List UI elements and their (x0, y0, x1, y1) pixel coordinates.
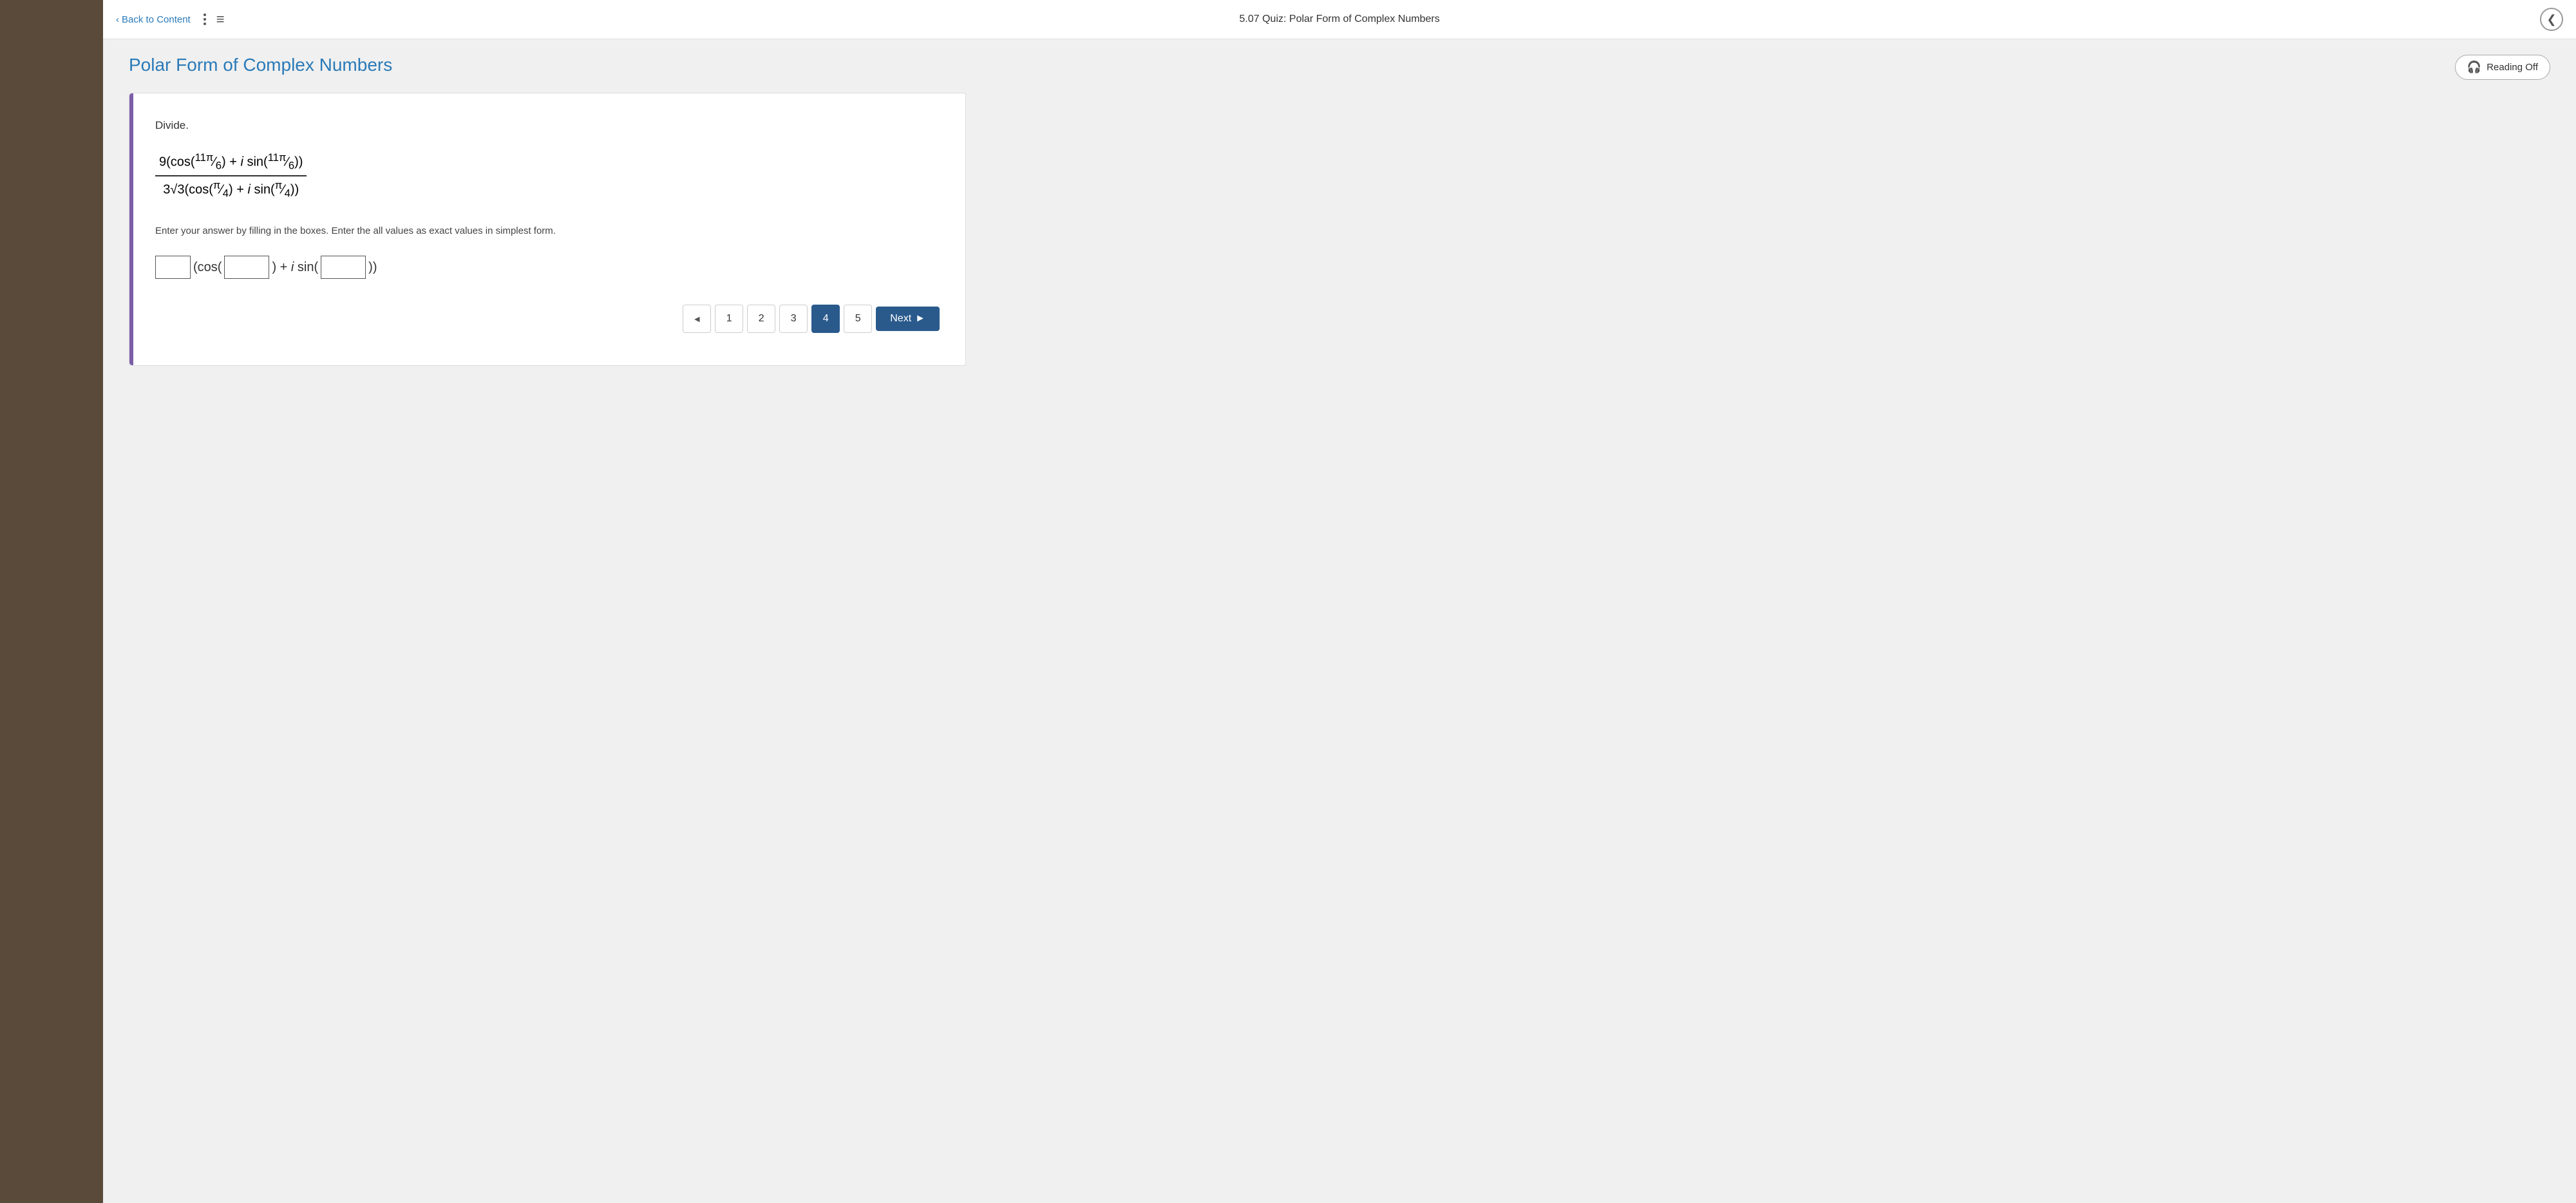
answer-cos-input[interactable] (224, 256, 269, 279)
back-to-content-link[interactable]: ‹ Back to Content (116, 14, 191, 25)
answer-row: (cos( ) + i sin( )) (155, 256, 940, 279)
content-area: Divide. 9(cos(11π⁄6) + i sin(11π⁄6)) 3√3… (129, 93, 966, 366)
back-to-content-label: Back to Content (122, 14, 191, 25)
next-arrow-icon: ► (915, 313, 925, 325)
next-label: Next (890, 313, 911, 325)
page-2-button[interactable]: 2 (747, 305, 775, 333)
main-content: ‹ Back to Content ≡ 5.07 Quiz: Polar For… (103, 0, 2576, 1203)
page-4-button[interactable]: 4 (811, 305, 840, 333)
open-paren: (cos( (193, 260, 222, 275)
instruction-text: Enter your answer by filling in the boxe… (155, 225, 940, 236)
top-bar: ‹ Back to Content ≡ 5.07 Quiz: Polar For… (103, 0, 2576, 39)
headphone-icon: 🎧 (2467, 61, 2481, 74)
prev-page-button[interactable]: ◄ (683, 305, 711, 333)
dots-menu[interactable] (201, 11, 209, 28)
close-paren: )) (368, 260, 377, 275)
left-panel (0, 0, 103, 1203)
math-denominator: 3√3(cos(π⁄4) + i sin(π⁄4)) (159, 176, 303, 200)
pagination-row: ◄ 1 2 3 4 5 Next ► (155, 305, 940, 333)
accent-bar (129, 93, 133, 365)
page-header: Polar Form of Complex Numbers 🎧 Reading … (129, 55, 2550, 80)
page-body: Polar Form of Complex Numbers 🎧 Reading … (103, 39, 2576, 1203)
page-5-button[interactable]: 5 (844, 305, 872, 333)
math-fraction: 9(cos(11π⁄6) + i sin(11π⁄6)) 3√3(cos(π⁄4… (155, 151, 307, 200)
next-button[interactable]: Next ► (876, 307, 940, 331)
page-1-button[interactable]: 1 (715, 305, 743, 333)
back-chevron-icon: ‹ (116, 14, 119, 25)
page-title: Polar Form of Complex Numbers (129, 55, 392, 75)
quiz-title: 5.07 Quiz: Polar Form of Complex Numbers (1239, 14, 1439, 25)
reading-off-button[interactable]: 🎧 Reading Off (2455, 55, 2550, 80)
reading-off-label: Reading Off (2486, 62, 2538, 73)
back-circle-button[interactable]: ❮ (2540, 8, 2563, 31)
page-3-button[interactable]: 3 (779, 305, 808, 333)
answer-sin-input[interactable] (321, 256, 366, 279)
close-cos: ) + i sin( (272, 260, 318, 275)
hamburger-icon[interactable]: ≡ (216, 11, 225, 28)
question-text: Divide. (155, 119, 940, 132)
answer-coefficient-input[interactable] (155, 256, 191, 279)
math-numerator: 9(cos(11π⁄6) + i sin(11π⁄6)) (155, 151, 307, 176)
